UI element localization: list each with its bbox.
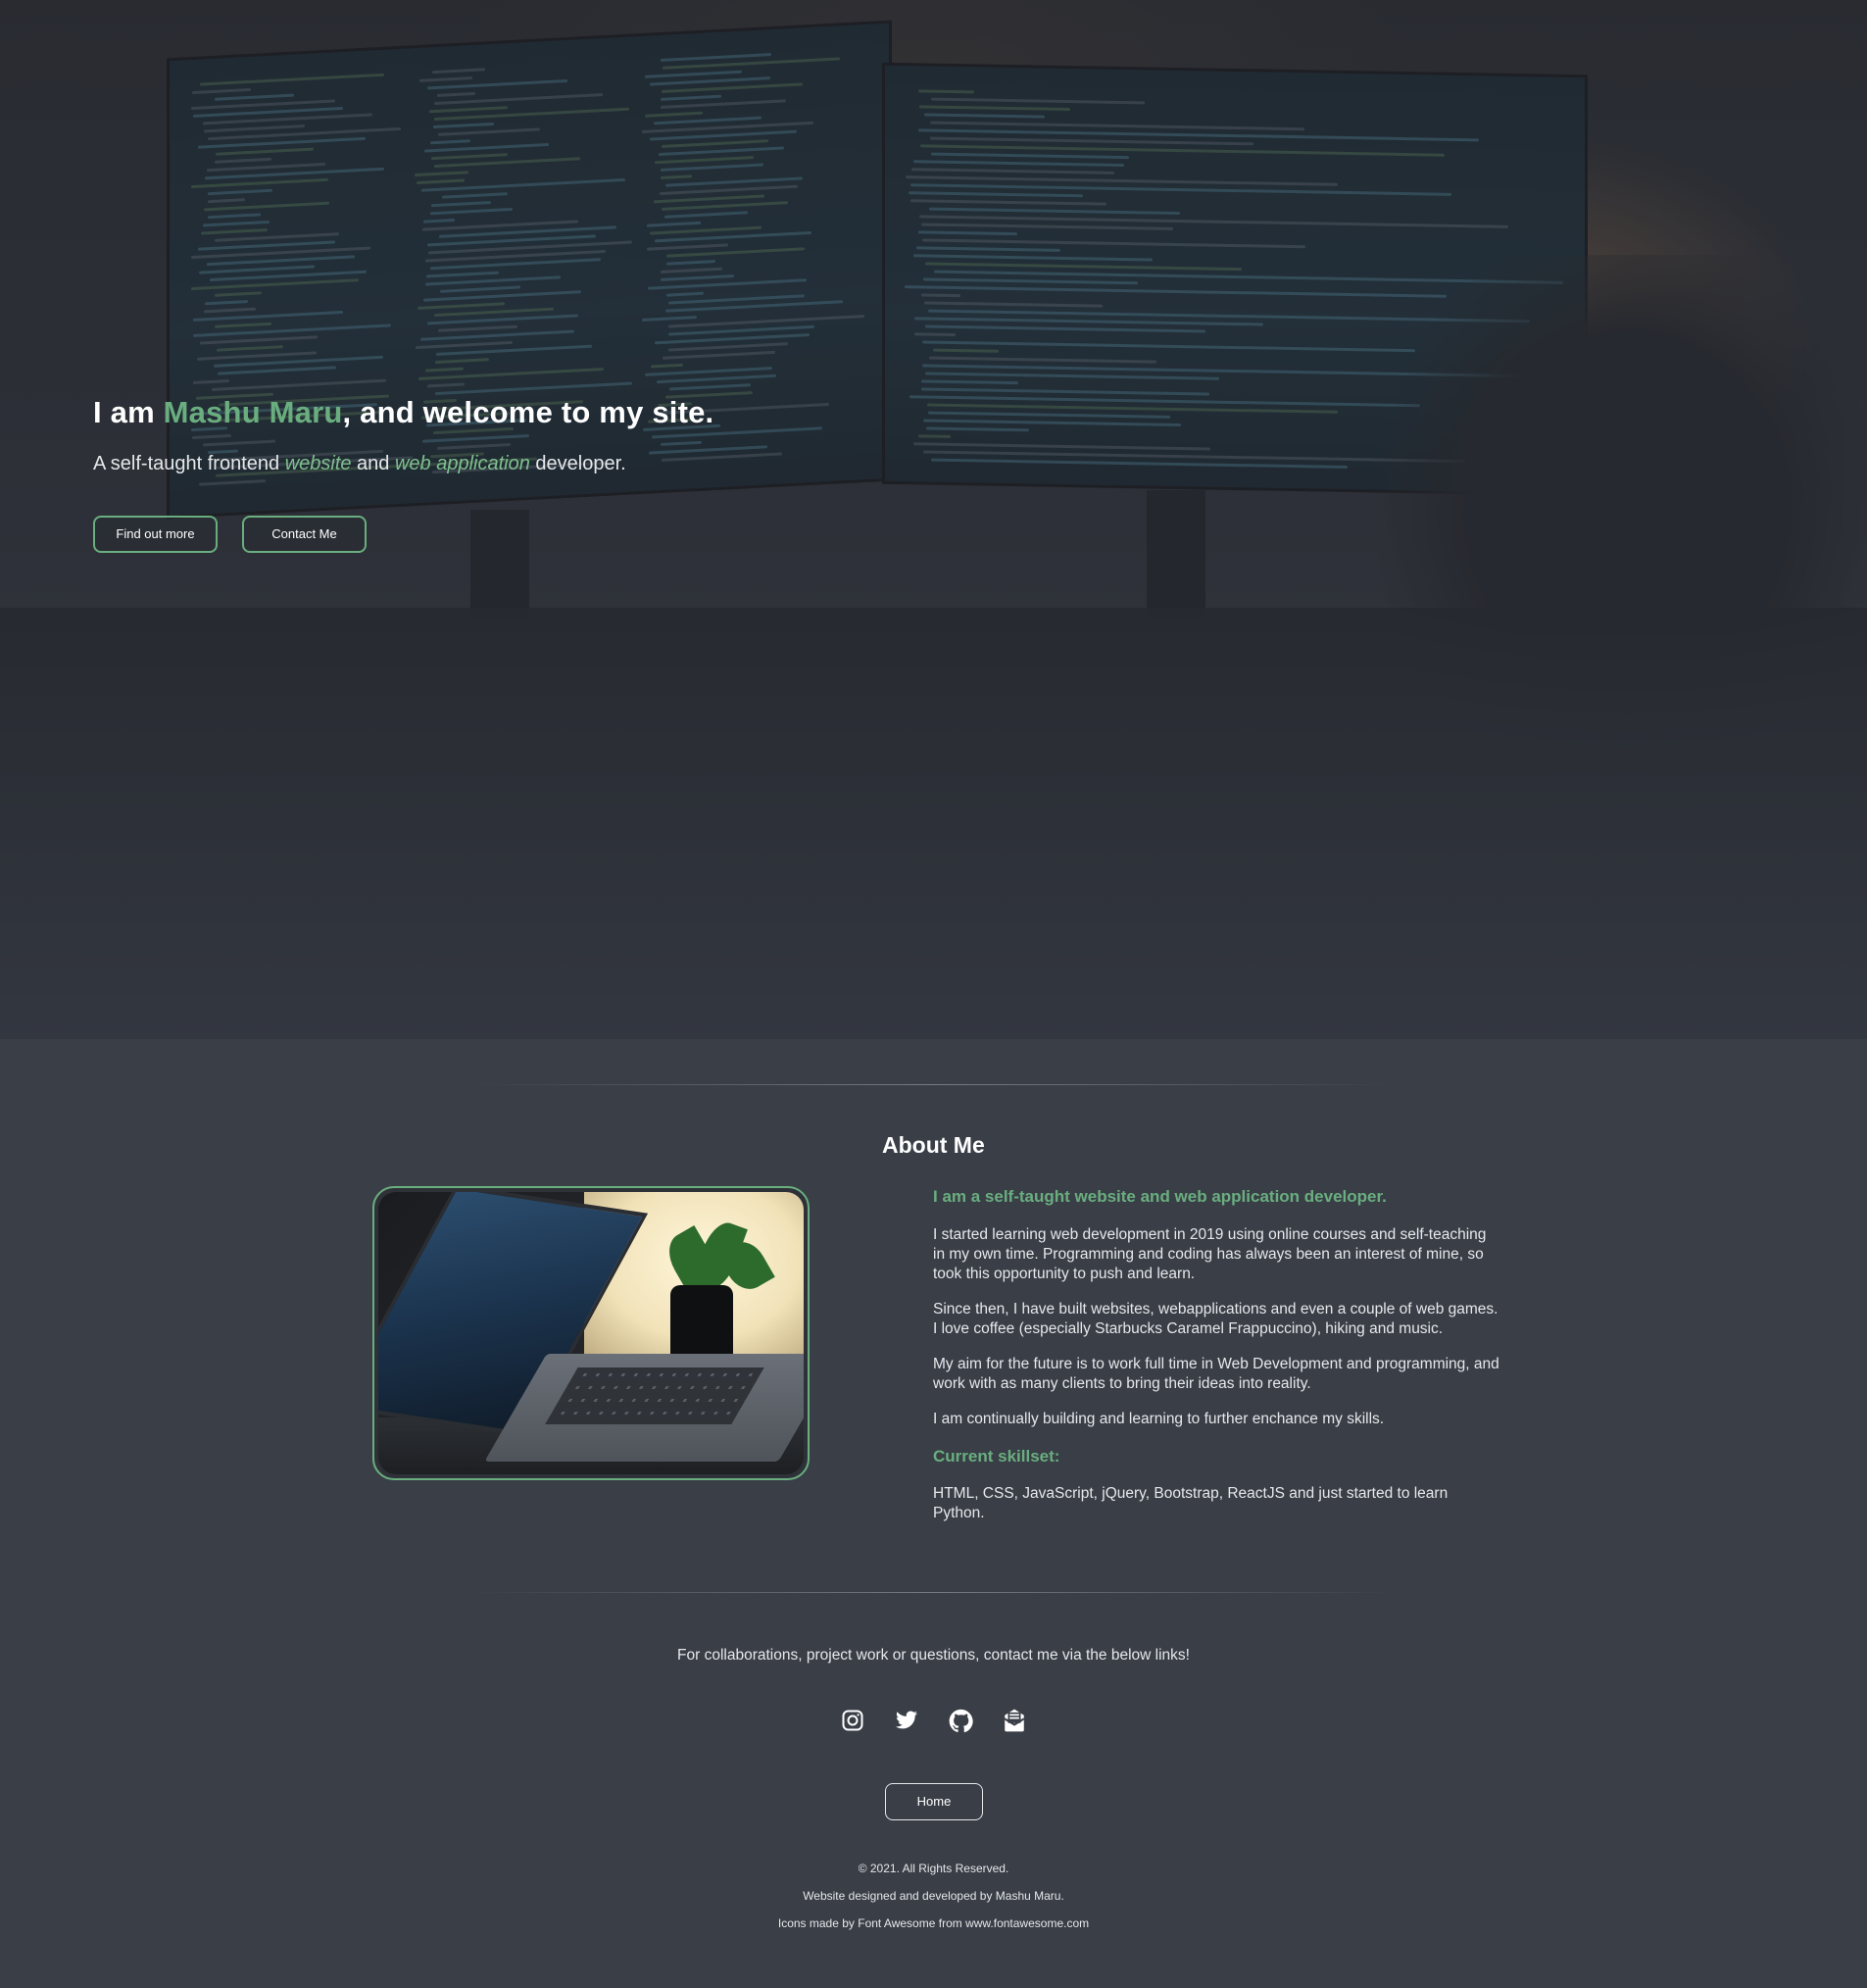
hero-buttons: Find out more Contact Me (93, 516, 975, 553)
github-icon[interactable] (948, 1708, 973, 1733)
about-paragraph: Since then, I have built websites, webap… (933, 1301, 1499, 1337)
social-links (0, 1708, 1867, 1733)
hero-title-suffix: , and welcome to my site. (342, 395, 714, 429)
about-heading: About Me (882, 1132, 985, 1158)
about-photo (372, 1186, 810, 1480)
about-paragraph: I started learning web development in 20… (933, 1226, 1487, 1282)
subtitle-web-application: web application (394, 453, 530, 474)
contact-me-button[interactable]: Contact Me (242, 516, 367, 553)
about-tagline: I am a self-taught website and web appli… (933, 1187, 1387, 1206)
home-button[interactable]: Home (885, 1783, 983, 1820)
subtitle-mid: and (351, 453, 395, 474)
subtitle-start: A self-taught frontend (93, 453, 285, 474)
skillset-list: HTML, CSS, JavaScript, jQuery, Bootstrap… (933, 1485, 1449, 1521)
hero-title: I am Mashu Maru, and welcome to my site. (93, 392, 975, 433)
twitter-icon[interactable] (894, 1708, 919, 1733)
email-icon[interactable] (1002, 1708, 1027, 1733)
subtitle-end: developer. (529, 453, 626, 474)
about-paragraph: My aim for the future is to work full ti… (933, 1356, 1499, 1392)
footer-copyright: © 2021. All Rights Reserved. (858, 1862, 1009, 1875)
keys (545, 1367, 764, 1424)
hero-title-prefix: I am (93, 395, 164, 429)
hero-subtitle: A self-taught frontend website and web a… (93, 449, 975, 478)
about-paragraph: I am continually building and learning t… (933, 1411, 1385, 1427)
about-text: I am a self-taught website and web appli… (933, 1186, 1501, 1523)
page: I am Mashu Maru, and welcome to my site.… (0, 0, 1867, 1988)
footer-icons-credit: Icons made by Font Awesome from www.font… (777, 1916, 1090, 1930)
footer-designed-by: Website designed and developed by Mashu … (803, 1889, 1064, 1903)
footer: © 2021. All Rights Reserved. Website des… (0, 1855, 1867, 1937)
laptop-photo (378, 1192, 804, 1474)
hero-content: I am Mashu Maru, and welcome to my site.… (93, 392, 975, 553)
instagram-icon[interactable] (840, 1708, 865, 1733)
contact-text: For collaborations, project work or ques… (677, 1647, 1190, 1664)
subtitle-website: website (284, 453, 352, 474)
find-out-more-button[interactable]: Find out more (93, 516, 218, 553)
hero-section: I am Mashu Maru, and welcome to my site.… (0, 0, 1867, 1039)
section-divider (470, 1592, 1397, 1593)
skillset-heading: Current skillset: (933, 1447, 1060, 1466)
hero-name: Mashu Maru (163, 395, 343, 429)
section-divider (470, 1084, 1397, 1085)
